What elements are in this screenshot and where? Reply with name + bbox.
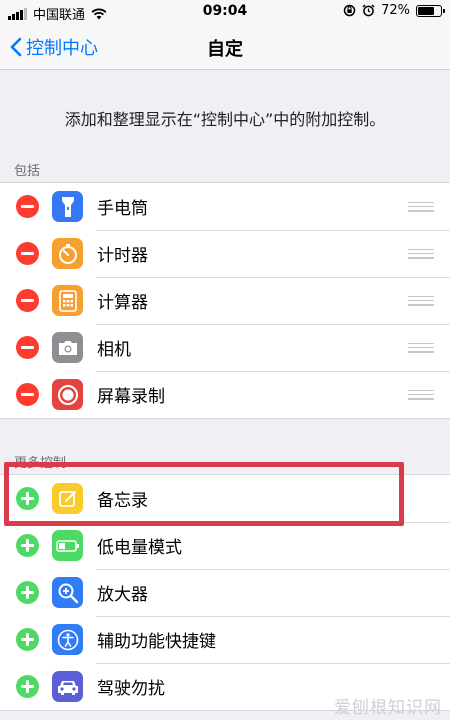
- description-text: 添加和整理显示在“控制中心”中的附加控制。: [64, 110, 386, 129]
- low-power-mode-icon: [52, 530, 83, 561]
- included-controls-list: 手电筒 计时器 计算器 相机 屏幕录制: [0, 182, 450, 419]
- control-row-flashlight: 手电筒: [0, 183, 450, 230]
- control-label: 低电量模式: [97, 538, 182, 558]
- section-header-included: 包括: [14, 164, 41, 179]
- control-row-screen-recording: 屏幕录制: [0, 371, 450, 418]
- accessibility-icon: [52, 624, 83, 655]
- reorder-handle[interactable]: [408, 295, 434, 306]
- control-label: 辅助功能快捷键: [97, 632, 216, 652]
- control-label: 驾驶勿扰: [97, 679, 165, 699]
- control-label: 放大器: [97, 585, 148, 605]
- remove-button[interactable]: [16, 336, 39, 359]
- control-label: 相机: [97, 340, 131, 360]
- add-button[interactable]: [16, 675, 39, 698]
- screen-recording-icon: [52, 379, 83, 410]
- add-button[interactable]: [16, 628, 39, 651]
- do-not-disturb-driving-icon: [52, 671, 83, 702]
- add-button[interactable]: [16, 534, 39, 557]
- control-label: 屏幕录制: [97, 387, 165, 407]
- control-label: 计算器: [97, 293, 148, 313]
- camera-icon: [52, 332, 83, 363]
- alarm-icon: [362, 4, 375, 17]
- watermark: 爱刨根知识网: [334, 698, 442, 718]
- remove-button[interactable]: [16, 289, 39, 312]
- timer-icon: [52, 238, 83, 269]
- reorder-handle[interactable]: [408, 248, 434, 259]
- control-row-timer: 计时器: [0, 230, 450, 277]
- reorder-handle[interactable]: [408, 389, 434, 400]
- control-row-low-power-mode: 低电量模式: [0, 522, 450, 569]
- reorder-handle[interactable]: [408, 342, 434, 353]
- remove-button[interactable]: [16, 383, 39, 406]
- flashlight-icon: [52, 191, 83, 222]
- status-bar: 中国联通 09:04 72%: [0, 0, 450, 24]
- remove-button[interactable]: [16, 242, 39, 265]
- orientation-lock-icon: [343, 4, 356, 17]
- control-row-camera: 相机: [0, 324, 450, 371]
- status-right: 72%: [343, 3, 445, 18]
- control-row-calculator: 计算器: [0, 277, 450, 324]
- page-title: 自定: [207, 39, 243, 60]
- highlight-annotation: [4, 462, 404, 526]
- control-label: 计时器: [97, 246, 148, 266]
- navigation-bar: 控制中心 自定: [0, 24, 450, 70]
- magnifier-icon: [52, 577, 83, 608]
- control-row-magnifier: 放大器: [0, 569, 450, 616]
- reorder-handle[interactable]: [408, 201, 434, 212]
- control-label: 手电筒: [97, 199, 148, 219]
- control-row-accessibility-shortcut: 辅助功能快捷键: [0, 616, 450, 663]
- calculator-icon: [52, 285, 83, 316]
- remove-button[interactable]: [16, 195, 39, 218]
- battery-icon: [416, 4, 445, 17]
- battery-percent: 72%: [381, 3, 410, 18]
- add-button[interactable]: [16, 581, 39, 604]
